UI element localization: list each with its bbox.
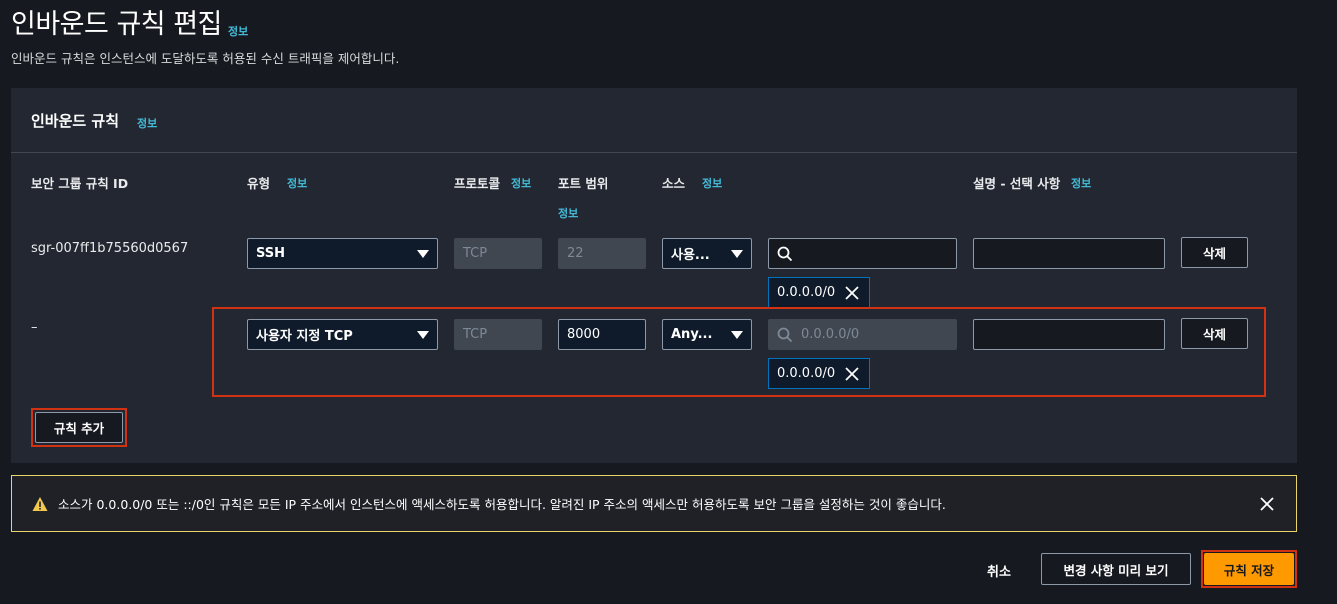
source-type-value: Any... bbox=[671, 327, 713, 342]
description-input[interactable] bbox=[973, 238, 1165, 269]
search-icon bbox=[777, 327, 793, 342]
source-search-placeholder: 0.0.0.0/0 bbox=[801, 327, 860, 342]
col-port-range: 포트 범위 bbox=[558, 176, 609, 191]
port-input[interactable]: 8000 bbox=[558, 319, 646, 350]
inbound-rules-panel bbox=[11, 88, 1297, 463]
source-token-label: 0.0.0.0/0 bbox=[777, 366, 836, 381]
col-description: 설명 - 선택 사항 bbox=[973, 176, 1061, 191]
port-field: 22 bbox=[558, 238, 646, 269]
source-search-input[interactable] bbox=[768, 238, 957, 269]
source-token: 0.0.0.0/0 bbox=[768, 358, 870, 389]
col-description-info-link[interactable]: 정보 bbox=[1071, 175, 1091, 191]
warning-icon bbox=[32, 496, 48, 511]
col-protocol-info-link[interactable]: 정보 bbox=[511, 175, 531, 191]
source-type-value: 사용... bbox=[671, 248, 710, 263]
close-icon[interactable] bbox=[1260, 497, 1274, 511]
save-rules-button[interactable]: 규칙 저장 bbox=[1204, 553, 1294, 585]
preview-changes-button[interactable]: 변경 사항 미리 보기 bbox=[1041, 553, 1191, 585]
panel-info-link[interactable]: 정보 bbox=[137, 115, 157, 131]
warning-alert: 소스가 0.0.0.0/0 또는 ::/0인 규칙은 모든 IP 주소에서 인스… bbox=[11, 475, 1297, 532]
type-select-value: 사용자 지정 TCP bbox=[256, 329, 353, 344]
type-select[interactable]: SSH bbox=[247, 238, 438, 269]
col-type: 유형 bbox=[247, 176, 271, 191]
close-icon[interactable] bbox=[845, 366, 859, 381]
caret-down-icon bbox=[417, 249, 429, 258]
source-search-input[interactable]: 0.0.0.0/0 bbox=[768, 319, 957, 350]
page-title: 인바운드 규칙 편집 bbox=[11, 9, 222, 40]
page-subtitle: 인바운드 규칙은 인스턴스에 도달하도록 허용된 수신 트래픽을 제어합니다. bbox=[11, 51, 400, 66]
panel-title: 인바운드 규칙 bbox=[31, 112, 120, 130]
source-token: 0.0.0.0/0 bbox=[768, 277, 870, 308]
caret-down-icon bbox=[731, 249, 743, 258]
col-source: 소스 bbox=[662, 176, 686, 191]
col-source-info-link[interactable]: 정보 bbox=[702, 175, 722, 191]
caret-down-icon bbox=[417, 330, 429, 339]
col-port-info-link[interactable]: 정보 bbox=[558, 205, 578, 221]
delete-button[interactable]: 삭제 bbox=[1181, 318, 1248, 349]
panel-divider bbox=[11, 152, 1297, 153]
col-rule-id: 보안 그룹 규칙 ID bbox=[31, 176, 129, 191]
rule-id: sgr-007ff1b75560d0567 bbox=[31, 241, 189, 256]
col-protocol: 프로토콜 bbox=[454, 176, 501, 191]
caret-down-icon bbox=[731, 330, 743, 339]
add-rule-button[interactable]: 규칙 추가 bbox=[35, 412, 123, 443]
protocol-field: TCP bbox=[454, 319, 542, 350]
col-type-info-link[interactable]: 정보 bbox=[287, 175, 307, 191]
source-type-select[interactable]: 사용... bbox=[662, 238, 752, 269]
cancel-button[interactable]: 취소 bbox=[987, 561, 1011, 580]
close-icon[interactable] bbox=[845, 285, 859, 300]
source-type-select[interactable]: Any... bbox=[662, 319, 752, 350]
page-info-link[interactable]: 정보 bbox=[228, 23, 248, 39]
source-token-label: 0.0.0.0/0 bbox=[777, 285, 836, 300]
rule-id: – bbox=[31, 320, 38, 335]
description-input[interactable] bbox=[973, 319, 1165, 350]
protocol-field: TCP bbox=[454, 238, 542, 269]
type-select[interactable]: 사용자 지정 TCP bbox=[247, 319, 438, 350]
type-select-value: SSH bbox=[256, 246, 286, 261]
delete-button[interactable]: 삭제 bbox=[1181, 237, 1248, 268]
warning-text: 소스가 0.0.0.0/0 또는 ::/0인 규칙은 모든 IP 주소에서 인스… bbox=[58, 497, 946, 512]
search-icon bbox=[777, 246, 793, 261]
